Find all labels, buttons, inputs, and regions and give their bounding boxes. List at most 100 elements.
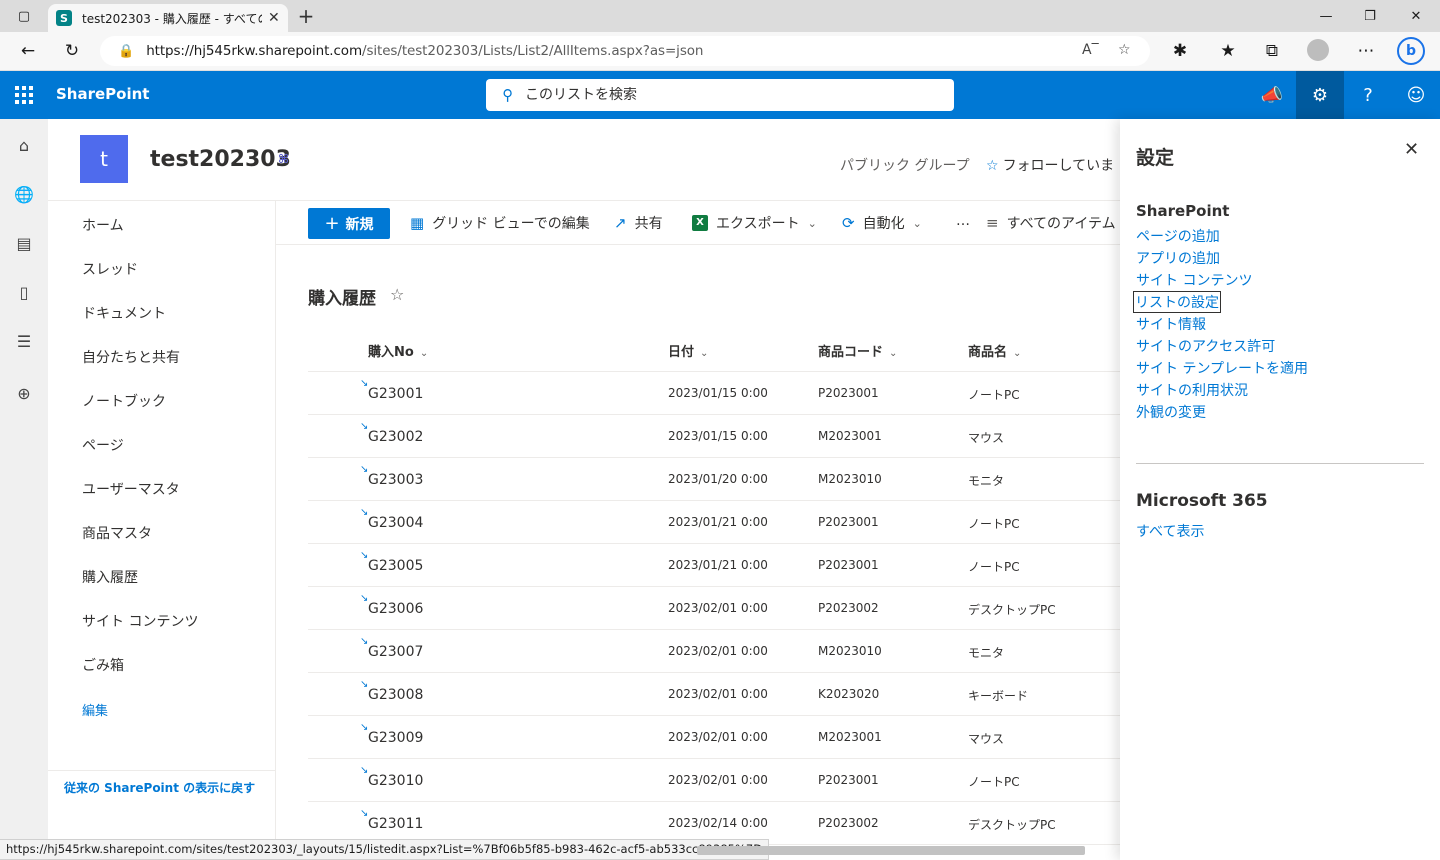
automate-button[interactable]: ⟳ 自動化 ⌄	[842, 213, 922, 233]
sharepoint-brand[interactable]: SharePoint	[56, 85, 149, 103]
megaphone-icon[interactable]: 📣	[1248, 71, 1296, 119]
nav-item-site-contents[interactable]: サイト コンテンツ	[82, 611, 198, 631]
tab-close-icon[interactable]: ✕	[268, 10, 280, 26]
chevron-down-icon: ⌄	[1013, 348, 1022, 359]
extensions-icon[interactable]: ✱	[1167, 39, 1193, 63]
horizontal-scrollbar[interactable]	[697, 846, 1085, 855]
news-icon[interactable]: ▤	[12, 231, 36, 255]
favorite-add-icon[interactable]: ☆	[1118, 42, 1131, 58]
star-icon: ☆	[986, 158, 999, 174]
site-info-link[interactable]: サイト情報	[1136, 314, 1206, 334]
nav-item-notebook[interactable]: ノートブック	[82, 391, 166, 411]
nav-item-documents[interactable]: ドキュメント	[82, 303, 166, 323]
table-row[interactable]: ↘ G23002 2023/01/15 0:00 M2023001 マウス	[308, 415, 1120, 458]
favorite-list-icon[interactable]: ☆	[390, 285, 404, 304]
classic-view-link[interactable]: 従来の SharePoint の表示に戻す	[64, 779, 255, 796]
table-row[interactable]: ↘ G23006 2023/02/01 0:00 P2023002 デスクトップPC	[308, 587, 1120, 630]
cell-product-code: K2023020	[818, 687, 880, 701]
document-icon[interactable]: ▯	[12, 280, 36, 304]
table-row[interactable]: ↘ G23004 2023/01/21 0:00 P2023001 ノートPC	[308, 501, 1120, 544]
show-all-link[interactable]: すべて表示	[1136, 521, 1204, 541]
table-row[interactable]: ↘ G23009 2023/02/01 0:00 M2023001 マウス	[308, 716, 1120, 759]
account-icon[interactable]: ☺	[1392, 71, 1440, 119]
nav-edit-link[interactable]: 編集	[82, 700, 108, 719]
table-row[interactable]: ↘ G23007 2023/02/01 0:00 M2023010 モニタ	[308, 630, 1120, 673]
new-tab-icon[interactable]: +	[294, 4, 318, 28]
nav-item-shared[interactable]: 自分たちと共有	[82, 347, 180, 367]
add-page-link[interactable]: ページの追加	[1136, 226, 1220, 246]
cell-purchase-no[interactable]: G23007	[368, 644, 423, 660]
cell-product-code: M2023010	[818, 644, 882, 658]
cell-purchase-no[interactable]: G23008	[368, 687, 423, 703]
export-button[interactable]: X エクスポート ⌄	[692, 213, 817, 233]
site-permissions-link[interactable]: サイトのアクセス許可	[1136, 336, 1275, 356]
share-button[interactable]: ↗ 共有	[614, 213, 663, 233]
cell-purchase-no[interactable]: G23006	[368, 601, 423, 617]
nav-item-product-master[interactable]: 商品マスタ	[82, 523, 152, 543]
column-header-product-name[interactable]: 商品名 ⌄	[968, 341, 1021, 360]
column-header-date[interactable]: 日付 ⌄	[668, 341, 708, 360]
browser-tab[interactable]: S test202303 - 購入履歴 - すべてのア ✕	[48, 4, 288, 32]
nav-item-recycle-bin[interactable]: ごみ箱	[82, 655, 124, 675]
list-search-box[interactable]: ⚲	[486, 79, 954, 111]
new-button[interactable]: + 新規	[308, 208, 390, 239]
window-close-icon[interactable]: ✕	[1394, 0, 1438, 32]
table-row[interactable]: ↘ G23003 2023/01/20 0:00 M2023010 モニタ	[308, 458, 1120, 501]
lists-icon[interactable]: ☰	[12, 329, 36, 353]
profile-avatar[interactable]	[1307, 39, 1329, 61]
change-look-link[interactable]: 外観の変更	[1136, 402, 1206, 422]
apply-site-template-link[interactable]: サイト テンプレートを適用	[1136, 358, 1308, 378]
app-launcher-icon[interactable]	[0, 71, 48, 119]
refresh-icon[interactable]: ↻	[59, 39, 85, 63]
nav-item-user-master[interactable]: ユーザーマスタ	[82, 479, 180, 499]
more-options-icon[interactable]: ⋯	[1353, 39, 1379, 63]
view-selector[interactable]: ≡ すべてのアイテム	[986, 213, 1116, 233]
table-row[interactable]: ↘ G23010 2023/02/01 0:00 P2023001 ノートPC	[308, 759, 1120, 802]
create-icon[interactable]: ⊕	[12, 381, 36, 405]
site-usage-link[interactable]: サイトの利用状況	[1136, 380, 1248, 400]
minimize-icon[interactable]: —	[1304, 0, 1348, 32]
cell-purchase-no[interactable]: G23003	[368, 472, 423, 488]
home-icon[interactable]: ⌂	[12, 133, 36, 157]
nav-item-home[interactable]: ホーム	[82, 215, 124, 235]
address-bar[interactable]: 🔒 https://hj545rkw.sharepoint.com/sites/…	[100, 36, 1150, 66]
read-aloud-icon[interactable]: A‾	[1082, 42, 1099, 58]
cell-purchase-no[interactable]: G23010	[368, 773, 423, 789]
globe-icon[interactable]: 🌐	[12, 182, 36, 206]
cell-purchase-no[interactable]: G23004	[368, 515, 423, 531]
help-icon[interactable]: ?	[1344, 71, 1392, 119]
close-icon[interactable]: ✕	[1404, 139, 1419, 160]
favorites-icon[interactable]: ★	[1215, 39, 1241, 63]
panel-divider	[1136, 463, 1424, 464]
site-title[interactable]: test202303	[150, 147, 291, 172]
settings-gear-icon[interactable]: ⚙	[1296, 71, 1344, 119]
nav-item-threads[interactable]: スレッド	[82, 259, 138, 279]
cell-purchase-no[interactable]: G23002	[368, 429, 423, 445]
list-settings-link[interactable]: リストの設定	[1133, 291, 1221, 313]
site-contents-link[interactable]: サイト コンテンツ	[1136, 270, 1252, 290]
back-icon[interactable]: ←	[15, 39, 41, 63]
site-logo[interactable]: t	[80, 135, 128, 183]
more-commands-button[interactable]: …	[956, 213, 970, 229]
nav-item-purchase-history[interactable]: 購入履歴	[82, 567, 138, 587]
teams-icon[interactable]: ⌘	[278, 152, 296, 168]
cell-purchase-no[interactable]: G23001	[368, 386, 423, 402]
restore-icon[interactable]: ❐	[1348, 0, 1392, 32]
nav-item-pages[interactable]: ページ	[82, 435, 124, 455]
chevron-down-icon: ⌄	[912, 216, 922, 230]
bing-icon[interactable]: b	[1397, 37, 1425, 65]
table-row[interactable]: ↘ G23001 2023/01/15 0:00 P2023001 ノートPC	[308, 372, 1120, 415]
cell-purchase-no[interactable]: G23005	[368, 558, 423, 574]
cell-purchase-no[interactable]: G23009	[368, 730, 423, 746]
cell-purchase-no[interactable]: G23011	[368, 816, 423, 832]
search-input[interactable]	[525, 87, 905, 103]
add-app-link[interactable]: アプリの追加	[1136, 248, 1220, 268]
column-header-product-code[interactable]: 商品コード ⌄	[818, 341, 897, 360]
grid-edit-button[interactable]: ▦ グリッド ビューでの編集	[410, 213, 590, 233]
column-header-purchase-no[interactable]: 購入No ⌄	[368, 341, 428, 360]
table-row[interactable]: ↘ G23005 2023/01/21 0:00 P2023001 ノートPC	[308, 544, 1120, 587]
follow-button[interactable]: ☆ フォローしていま	[986, 155, 1114, 175]
collections-icon[interactable]: ⧉	[1259, 39, 1285, 63]
tab-actions-icon[interactable]: ▢	[13, 6, 35, 26]
table-row[interactable]: ↘ G23008 2023/02/01 0:00 K2023020 キーボード	[308, 673, 1120, 716]
